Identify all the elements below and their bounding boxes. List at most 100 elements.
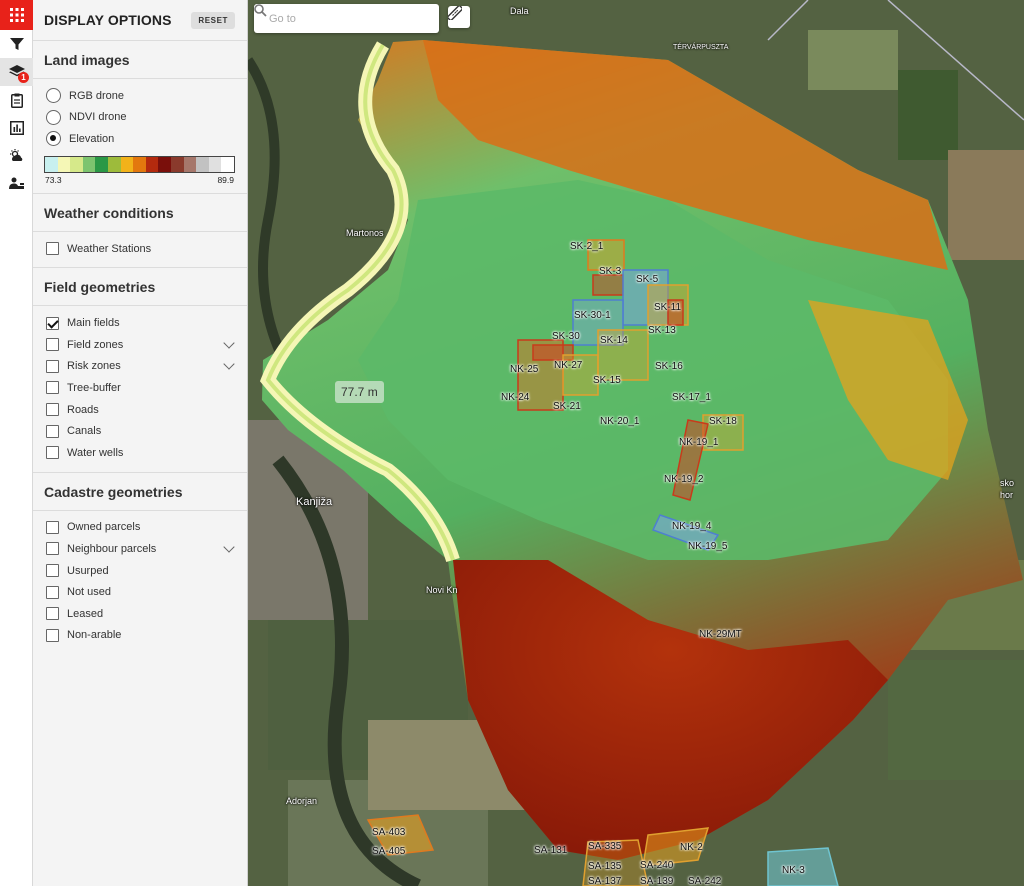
field-label[interactable]: SK-18: [709, 416, 737, 427]
apps-grid-icon[interactable]: [0, 0, 33, 30]
field-zones-checkbox[interactable]: [46, 338, 59, 352]
field-label[interactable]: NK-19_4: [672, 521, 711, 532]
option-water-wells[interactable]: Water wells: [33, 442, 247, 464]
field-label[interactable]: NK-29MT: [699, 629, 742, 640]
field-label[interactable]: SK-13: [648, 325, 676, 336]
goto-search-box[interactable]: [254, 4, 439, 33]
option-risk-zones[interactable]: Risk zones: [33, 356, 247, 378]
legend-swatch: [133, 156, 146, 172]
rgb-drone-radio[interactable]: [46, 88, 61, 104]
elevation-radio[interactable]: [46, 131, 61, 147]
field-label[interactable]: SA-135: [588, 861, 621, 872]
field-label[interactable]: NK-24: [501, 392, 529, 403]
option-ndvi-drone[interactable]: NDVI drone: [33, 107, 247, 129]
field-label[interactable]: SK-30-1: [574, 310, 611, 321]
option-weather-stations[interactable]: Weather Stations: [33, 238, 247, 260]
ruler-icon[interactable]: [448, 6, 470, 28]
usurped-checkbox[interactable]: [46, 564, 59, 578]
goto-search-input[interactable]: [269, 12, 419, 25]
option-non-arable[interactable]: Non-arable: [33, 625, 247, 647]
option-roads[interactable]: Roads: [33, 399, 247, 421]
option-neighbour-parcels[interactable]: Neighbour parcels: [33, 538, 247, 560]
layers-icon[interactable]: 1: [0, 58, 33, 86]
filter-icon[interactable]: [0, 30, 33, 58]
field-label[interactable]: NK-2: [680, 842, 703, 853]
legend-max-value: 89.9: [217, 174, 234, 185]
chevron-down-icon[interactable]: [223, 358, 235, 371]
reset-button[interactable]: RESET: [191, 11, 235, 29]
option-tree-buffer[interactable]: Tree-buffer: [33, 377, 247, 399]
field-label[interactable]: SK-30: [552, 331, 580, 342]
field-label[interactable]: NK-25: [510, 364, 538, 375]
field-label[interactable]: SK-15: [593, 375, 621, 386]
field-label[interactable]: SK-17_1: [672, 392, 711, 403]
chevron-down-icon[interactable]: [223, 337, 235, 349]
option-canals[interactable]: Canals: [33, 420, 247, 442]
option-usurped[interactable]: Usurped: [33, 560, 247, 582]
legend-swatch: [196, 156, 209, 172]
rgb-drone-label: RGB drone: [69, 89, 125, 102]
panel-header: DISPLAY OPTIONS RESET: [33, 0, 247, 40]
place-label: Martonos: [346, 228, 384, 238]
neighbour-parcels-checkbox[interactable]: [46, 542, 59, 556]
field-label[interactable]: SK-2_1: [570, 241, 603, 252]
field-label[interactable]: NK-27: [554, 360, 582, 371]
main-fields-checkbox[interactable]: [46, 316, 59, 330]
field-label[interactable]: SA-139: [640, 876, 673, 886]
roads-checkbox[interactable]: [46, 403, 59, 417]
legend-swatch: [107, 156, 121, 172]
field-label[interactable]: SA-240: [640, 860, 673, 871]
place-label: Novi Kn: [426, 585, 458, 595]
owned-parcels-checkbox[interactable]: [46, 520, 59, 534]
field-label[interactable]: SK-14: [600, 335, 628, 346]
leased-checkbox[interactable]: [46, 607, 59, 621]
field-label[interactable]: SA-137: [588, 876, 621, 886]
tree-buffer-checkbox[interactable]: [46, 381, 59, 395]
field-label[interactable]: SK-11: [654, 302, 681, 313]
field-label[interactable]: NK-19_5: [688, 541, 727, 552]
field-label[interactable]: SK-5: [636, 274, 658, 285]
chevron-down-icon[interactable]: [223, 541, 235, 553]
ndvi-drone-label: NDVI drone: [69, 111, 127, 124]
legend-swatch: [145, 156, 159, 172]
field-label[interactable]: NK-3: [782, 865, 805, 876]
field-label[interactable]: NK-20_1: [600, 416, 639, 427]
bar-chart-icon[interactable]: [0, 114, 33, 142]
option-main-fields[interactable]: Main fields: [33, 312, 247, 334]
field-label[interactable]: SA-403: [372, 827, 405, 838]
field-label[interactable]: SK-21: [553, 401, 581, 412]
legend-swatch: [158, 156, 171, 172]
option-field-zones[interactable]: Field zones: [33, 334, 247, 356]
neighbour-parcels-label: Neighbour parcels: [67, 542, 157, 555]
option-not-used[interactable]: Not used: [33, 581, 247, 603]
legend-swatch: [221, 156, 234, 172]
option-owned-parcels[interactable]: Owned parcels: [33, 517, 247, 539]
field-label[interactable]: SA-335: [588, 841, 621, 852]
risk-zones-checkbox[interactable]: [46, 359, 59, 373]
roads-label: Roads: [67, 403, 99, 416]
map-view[interactable]: 77.7 m Dala TÉRVÁRPUSZTA Martonos Kanjiž…: [248, 0, 1024, 886]
field-label[interactable]: SK-3: [599, 266, 621, 277]
option-elevation[interactable]: Elevation: [33, 128, 247, 150]
non-arable-checkbox[interactable]: [46, 628, 59, 642]
field-label[interactable]: SK-16: [655, 361, 683, 372]
canals-checkbox[interactable]: [46, 424, 59, 438]
option-rgb-drone[interactable]: RGB drone: [33, 85, 247, 107]
not-used-checkbox[interactable]: [46, 585, 59, 599]
field-label[interactable]: SA-131: [534, 845, 567, 856]
place-label: hor: [1000, 490, 1014, 500]
weather-icon[interactable]: [0, 142, 33, 170]
option-leased[interactable]: Leased: [33, 603, 247, 625]
elevation-color-scale: [44, 155, 235, 173]
water-wells-checkbox[interactable]: [46, 446, 59, 460]
cadastre-geometries-section: Owned parcels Neighbour parcels Usurped Not…: [33, 511, 247, 655]
clipboard-icon[interactable]: [0, 86, 33, 114]
field-label[interactable]: SA-242: [688, 876, 721, 886]
farmer-icon[interactable]: [0, 170, 33, 198]
field-label[interactable]: NK-19_1: [679, 437, 718, 448]
field-label[interactable]: NK-19_2: [664, 474, 703, 485]
field-label[interactable]: SA-405: [372, 846, 405, 857]
weather-stations-checkbox[interactable]: [46, 242, 59, 256]
elevation-legend: 73.3 89.9: [44, 155, 235, 185]
ndvi-drone-radio[interactable]: [46, 109, 61, 125]
